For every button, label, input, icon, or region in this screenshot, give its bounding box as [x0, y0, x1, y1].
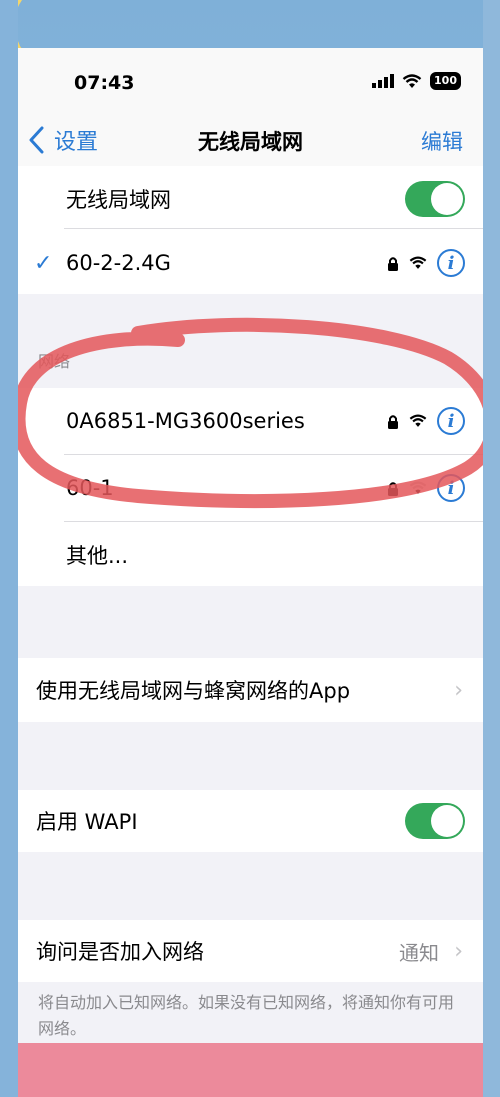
edit-button[interactable]: 编辑: [421, 126, 463, 156]
battery-indicator: 100: [430, 72, 461, 90]
cellular-signal-icon: [372, 74, 395, 88]
navigation-bar: 设置 无线局域网 编辑: [18, 118, 483, 167]
lock-icon: [388, 481, 398, 496]
ask-join-footnote: 将自动加入已知网络。如果没有已知网络，将通知你有可用网络。: [38, 993, 455, 1038]
chevron-right-icon: ›: [454, 938, 463, 964]
info-button[interactable]: i: [437, 249, 465, 277]
wifi-toggle-label: 无线局域网: [66, 188, 171, 212]
lock-icon: [388, 414, 398, 429]
wifi-toggle-row: 无线局域网: [18, 166, 483, 232]
info-button[interactable]: i: [437, 407, 465, 435]
status-icons: 100: [372, 72, 461, 90]
checkmark-icon: ✓: [34, 250, 53, 276]
connected-network-name: 60-2-2.4G: [66, 251, 171, 275]
status-time: 07:43: [74, 72, 135, 94]
networks-section-header: 网络: [38, 352, 71, 371]
apps-row[interactable]: 使用无线局域网与蜂窝网络的App ›: [18, 658, 483, 722]
info-button[interactable]: i: [437, 474, 465, 502]
wapi-label: 启用 WAPI: [36, 810, 138, 834]
other-network-label: 其他...: [66, 544, 129, 568]
wapi-group: 启用 WAPI: [18, 790, 483, 852]
wifi-signal-icon: [409, 414, 427, 427]
status-bar: 07:43 100: [18, 48, 483, 118]
wifi-toggle-switch[interactable]: [405, 181, 465, 217]
network-name: 60-1: [66, 476, 114, 500]
apps-group: 使用无线局域网与蜂窝网络的App ›: [18, 658, 483, 722]
ask-join-value: 通知: [399, 940, 439, 965]
toggle-knob: [431, 805, 463, 837]
divider: [64, 228, 483, 229]
networks-group: 0A6851-MG3600series i 60-1 i 其他...: [18, 388, 483, 586]
wifi-signal-icon: [409, 256, 427, 269]
ask-join-row[interactable]: 询问是否加入网络 通知 ›: [18, 920, 483, 982]
network-row-1[interactable]: 0A6851-MG3600series i: [18, 388, 483, 454]
lock-icon: [388, 256, 398, 271]
other-network-row[interactable]: 其他...: [18, 522, 483, 588]
network-icons: i: [387, 474, 465, 502]
ask-join-label: 询问是否加入网络: [36, 940, 204, 964]
network-name: 0A6851-MG3600series: [66, 409, 305, 433]
phone-screen: 07:43 100 设置 无线局域网 编辑 无线局域网 ✓ 60-2-2.4G …: [18, 48, 483, 1043]
page-title: 无线局域网: [198, 130, 303, 154]
network-row-2[interactable]: 60-1 i: [18, 455, 483, 521]
network-icons: i: [387, 407, 465, 435]
network-icons: i: [387, 249, 465, 277]
apps-row-label: 使用无线局域网与蜂窝网络的App: [36, 679, 351, 703]
connected-network-row[interactable]: ✓ 60-2-2.4G i: [18, 230, 483, 296]
wapi-row: 启用 WAPI: [18, 790, 483, 852]
wifi-status-icon: [402, 73, 422, 88]
wapi-toggle-switch[interactable]: [405, 803, 465, 839]
wifi-signal-icon: [409, 481, 427, 494]
ask-join-group: 询问是否加入网络 通知 ›: [18, 920, 483, 982]
wifi-group: 无线局域网 ✓ 60-2-2.4G i: [18, 166, 483, 294]
toggle-knob: [431, 183, 463, 215]
chevron-right-icon: ›: [454, 677, 463, 703]
